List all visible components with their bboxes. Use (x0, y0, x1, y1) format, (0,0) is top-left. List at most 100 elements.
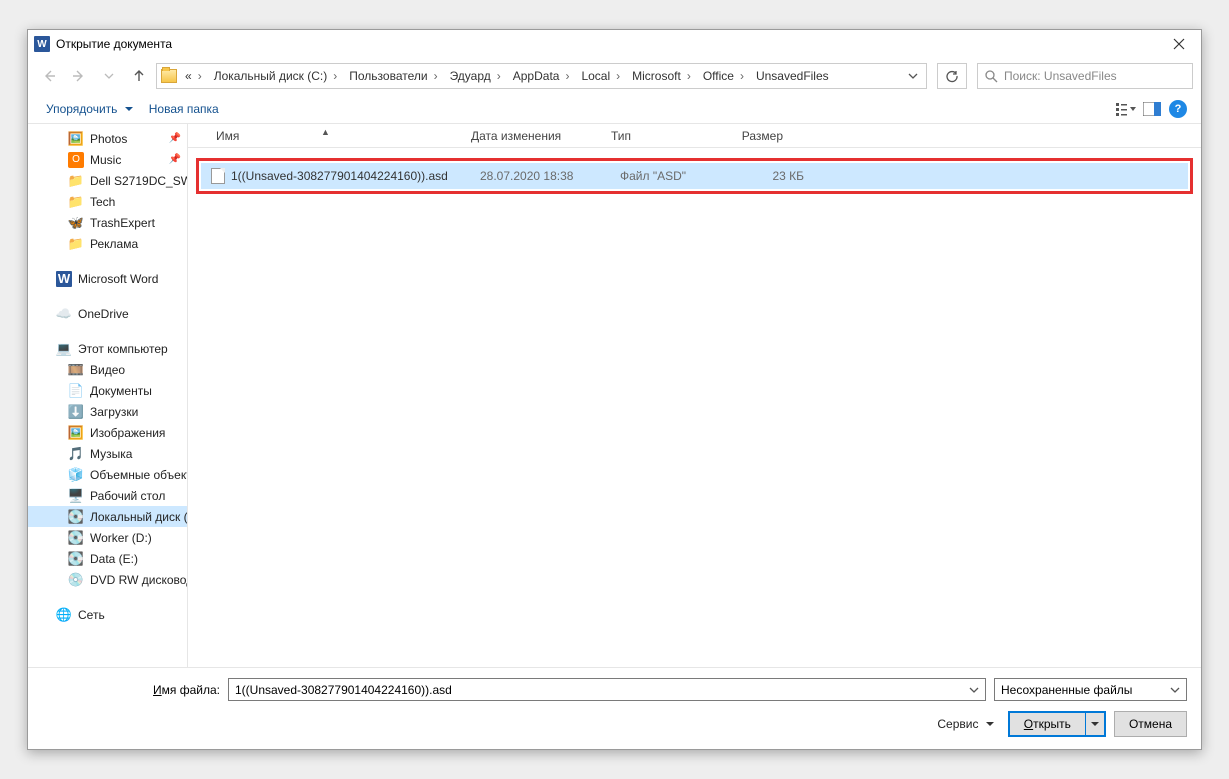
photos-icon: 🖼️ (68, 131, 84, 147)
trash-icon: 🦋 (68, 215, 84, 231)
sidebar-item[interactable]: 📁Tech (28, 191, 187, 212)
chevron-down-icon (125, 105, 133, 113)
arrow-right-icon (71, 68, 87, 84)
col-size[interactable]: Размер (723, 129, 803, 143)
filename-label: Имя файла: (42, 683, 220, 697)
open-dropdown[interactable] (1086, 720, 1104, 728)
arrow-left-icon (41, 68, 57, 84)
help-button[interactable]: ? (1167, 98, 1189, 120)
filename-input[interactable]: 1((Unsaved-308277901404224160)).asd (228, 678, 986, 701)
col-name[interactable]: ▲Имя (188, 129, 463, 143)
search-box[interactable]: Поиск: UnsavedFiles (977, 63, 1193, 89)
sidebar-item[interactable]: 🦋TrashExpert (28, 212, 187, 233)
view-options-button[interactable] (1115, 98, 1137, 120)
crumb[interactable]: Local (577, 69, 624, 83)
crumb[interactable]: Эдуард (446, 69, 505, 83)
address-bar[interactable]: « Локальный диск (C:) Пользователи Эдуар… (156, 63, 927, 89)
file-list-pane: ▲Имя Дата изменения Тип Размер 1((Unsave… (188, 124, 1201, 667)
pc-icon: 💻 (56, 341, 72, 357)
sidebar-item[interactable]: 💿DVD RW дисковод (28, 569, 187, 590)
cancel-button[interactable]: Отмена (1114, 711, 1187, 737)
open-file-dialog: W Открытие документа « Локальный диск (C… (27, 29, 1202, 750)
close-button[interactable] (1163, 32, 1195, 56)
sidebar-item-thispc[interactable]: 💻Этот компьютер (28, 338, 187, 359)
sidebar: 🖼️Photos📌 OMusic📌 📁Dell S2719DC_SW 📁Tech… (28, 124, 188, 667)
sidebar-item-onedrive[interactable]: ☁️OneDrive (28, 303, 187, 324)
sidebar-item[interactable]: 🖼️Изображения (28, 422, 187, 443)
pictures-icon: 🖼️ (68, 425, 84, 441)
back-button[interactable] (36, 63, 62, 89)
folder-icon: 📁 (68, 236, 84, 252)
sidebar-item[interactable]: 📁Реклама (28, 233, 187, 254)
word-icon: W (56, 271, 72, 287)
forward-button[interactable] (66, 63, 92, 89)
sidebar-item[interactable]: 💽Data (E:) (28, 548, 187, 569)
folder-icon (161, 69, 177, 83)
sidebar-item[interactable]: 📁Dell S2719DC_SW (28, 170, 187, 191)
recent-dropdown[interactable] (96, 63, 122, 89)
disk-icon: 💽 (68, 509, 84, 525)
sidebar-item[interactable]: 🎵Музыка (28, 443, 187, 464)
crumb[interactable]: Локальный диск (C:) (210, 69, 342, 83)
sidebar-item[interactable]: 💽Worker (D:) (28, 527, 187, 548)
crumb[interactable]: Пользователи (345, 69, 441, 83)
pin-icon: 📌 (169, 133, 181, 144)
col-type[interactable]: Тип (603, 129, 723, 143)
column-headers: ▲Имя Дата изменения Тип Размер (188, 124, 1201, 148)
documents-icon: 📄 (68, 383, 84, 399)
file-size: 23 КБ (740, 169, 820, 183)
folder-icon: 📁 (68, 194, 84, 210)
disk-icon: 💽 (68, 530, 84, 546)
sort-asc-icon: ▲ (321, 127, 330, 137)
tools-menu[interactable]: Сервис (937, 717, 993, 731)
sidebar-item[interactable]: 🖼️Photos📌 (28, 128, 187, 149)
sidebar-item[interactable]: ⬇️Загрузки (28, 401, 187, 422)
crumb[interactable]: Microsoft (628, 69, 695, 83)
toolbar: Упорядочить Новая папка ? (28, 94, 1201, 124)
organize-menu[interactable]: Упорядочить (40, 98, 139, 120)
dvd-icon: 💿 (68, 572, 84, 588)
new-folder-button[interactable]: Новая папка (143, 98, 225, 120)
help-icon: ? (1169, 100, 1187, 118)
refresh-button[interactable] (937, 63, 967, 89)
preview-pane-button[interactable] (1141, 98, 1163, 120)
chevron-down-icon (1170, 685, 1180, 695)
desktop-icon: 🖥️ (68, 488, 84, 504)
open-button[interactable]: Открыть (1008, 711, 1106, 737)
word-app-icon: W (34, 36, 50, 52)
downloads-icon: ⬇️ (68, 404, 84, 420)
crumb[interactable]: UnsavedFiles (752, 69, 833, 83)
3d-icon: 🧊 (68, 467, 84, 483)
sidebar-item[interactable]: 📄Документы (28, 380, 187, 401)
close-icon (1173, 38, 1185, 50)
crumb[interactable]: AppData (509, 69, 574, 83)
file-date: 28.07.2020 18:38 (480, 169, 620, 183)
file-icon (211, 168, 225, 184)
onedrive-icon: ☁️ (56, 306, 72, 322)
chevron-down-icon (908, 71, 918, 81)
video-icon: 🎞️ (68, 362, 84, 378)
chevron-down-icon (986, 720, 994, 728)
disk-icon: 💽 (68, 551, 84, 567)
sidebar-item[interactable]: 🎞️Видео (28, 359, 187, 380)
col-date[interactable]: Дата изменения (463, 129, 603, 143)
music-icon: 🎵 (68, 446, 84, 462)
up-button[interactable] (126, 63, 152, 89)
sidebar-item-local-disk-c[interactable]: 💽Локальный диск (C:) (28, 506, 187, 527)
sidebar-item[interactable]: 🖥️Рабочий стол (28, 485, 187, 506)
filetype-select[interactable]: Несохраненные файлы (994, 678, 1187, 701)
arrow-up-icon (131, 68, 147, 84)
sidebar-item[interactable]: OMusic📌 (28, 149, 187, 170)
window-title: Открытие документа (56, 37, 1163, 51)
crumb[interactable]: Office (699, 69, 748, 83)
crumb[interactable]: « (181, 69, 206, 83)
folder-icon: 📁 (68, 173, 84, 189)
sidebar-item-word[interactable]: WMicrosoft Word (28, 268, 187, 289)
sidebar-item[interactable]: 🧊Объемные объекты (28, 464, 187, 485)
file-row[interactable]: 1((Unsaved-308277901404224160)).asd 28.0… (201, 163, 1188, 189)
sidebar-item-network[interactable]: 🌐Сеть (28, 604, 187, 625)
pin-icon: 📌 (169, 154, 181, 165)
nav-bar: « Локальный диск (C:) Пользователи Эдуар… (28, 58, 1201, 94)
address-dropdown[interactable] (904, 71, 922, 81)
music-icon: O (68, 152, 84, 168)
